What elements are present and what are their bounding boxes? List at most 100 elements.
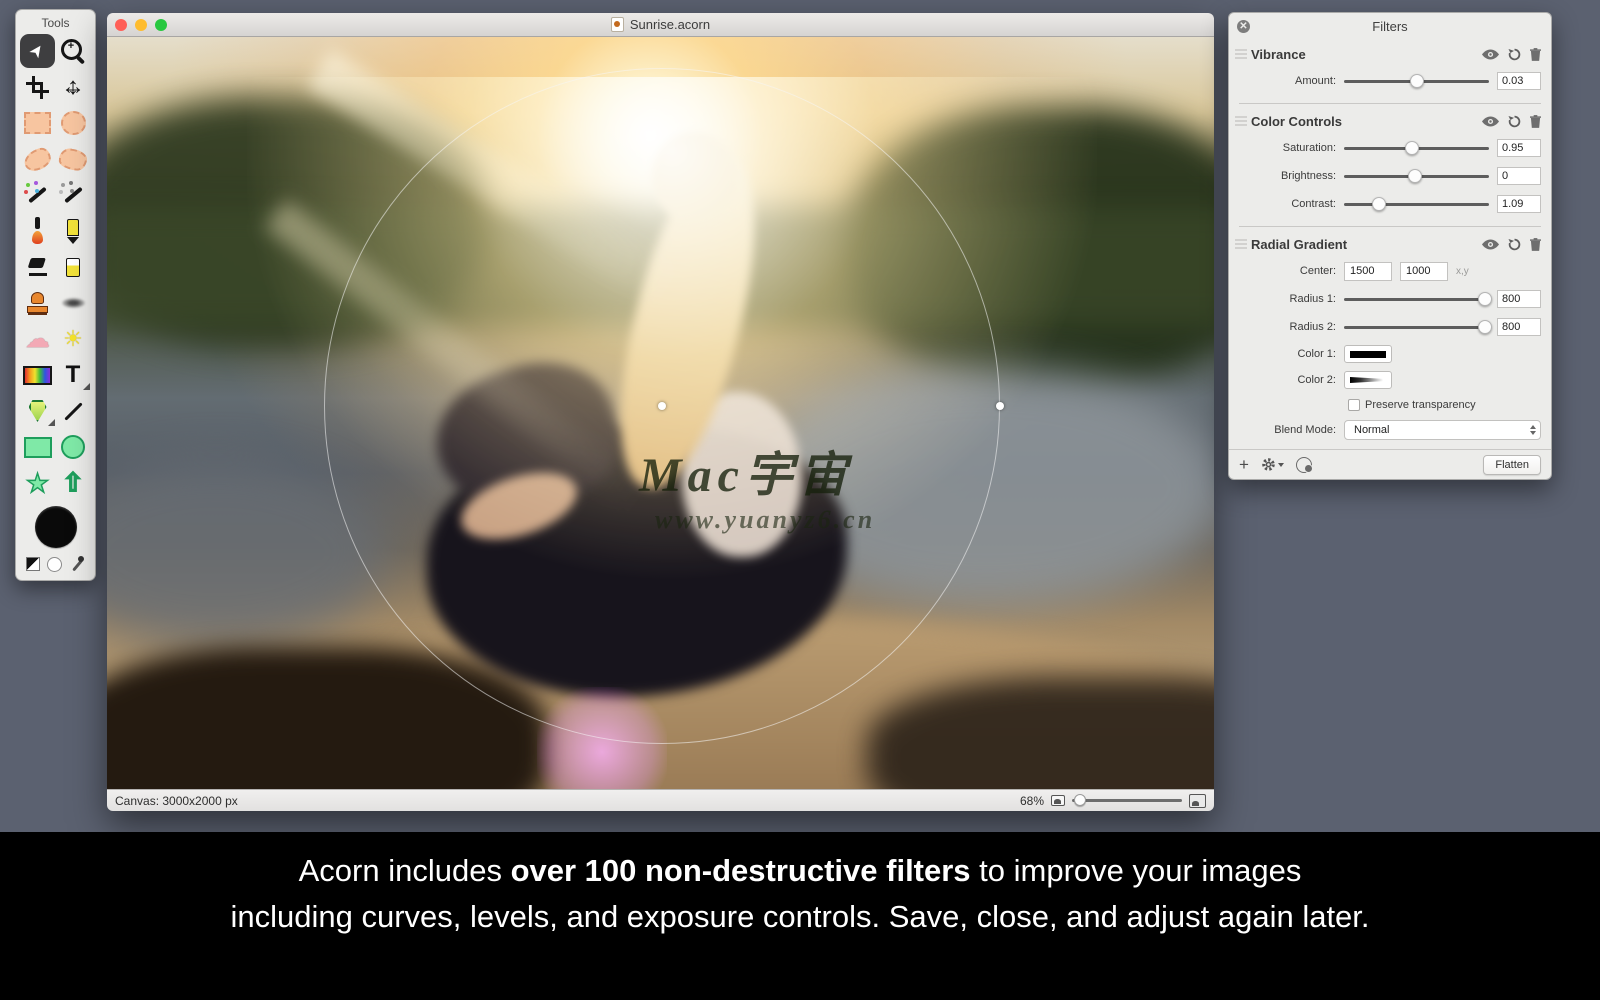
contrast-value-field[interactable]	[1497, 195, 1541, 213]
visibility-eye-icon[interactable]	[1482, 116, 1499, 127]
marketing-banner: Acorn includes over 100 non-destructive …	[0, 832, 1600, 1000]
lasso-tool[interactable]	[20, 142, 55, 176]
eyedropper-icon[interactable]	[69, 556, 85, 572]
filters-panel: ✕ Filters Vibrance Amount: Color Control…	[1228, 12, 1552, 480]
radius2-slider[interactable]	[1344, 326, 1489, 329]
radius2-value-field[interactable]	[1497, 318, 1541, 336]
zoom-slider-knob[interactable]	[1074, 794, 1086, 806]
secondary-color-swatch[interactable]	[47, 557, 62, 572]
star-shape-tool-icon	[22, 468, 54, 498]
smudge-tool[interactable]	[56, 286, 91, 320]
reset-icon[interactable]	[1508, 48, 1521, 61]
foreground-color-well[interactable]	[35, 506, 77, 548]
amount-slider-knob[interactable]	[1410, 74, 1424, 88]
preserve-transparency-checkbox[interactable]	[1348, 399, 1360, 411]
gradient-center-handle[interactable]	[658, 402, 666, 410]
pencil-tool[interactable]	[56, 214, 91, 248]
filter-settings-button[interactable]	[1261, 457, 1284, 472]
instant-alpha-tool[interactable]	[56, 178, 91, 212]
oval-shape-tool[interactable]	[56, 430, 91, 464]
add-filter-button[interactable]: +	[1239, 456, 1249, 473]
center-x-field[interactable]	[1344, 262, 1392, 281]
filter-title: Color Controls	[1251, 114, 1482, 129]
radius1-slider[interactable]	[1344, 298, 1489, 301]
arrow-shape-tool-icon	[57, 468, 89, 498]
eraser-tool[interactable]	[20, 250, 55, 284]
zoom-window-button[interactable]	[155, 19, 167, 31]
document-titlebar: Sunrise.acorn	[107, 13, 1214, 37]
color1-well[interactable]	[1344, 345, 1392, 363]
drag-grip-icon[interactable]	[1235, 239, 1247, 249]
saturation-value-field[interactable]	[1497, 139, 1541, 157]
gradient-radius-handle[interactable]	[996, 402, 1004, 410]
trash-icon[interactable]	[1530, 115, 1541, 128]
gradient-tool[interactable]	[20, 358, 55, 392]
burn-tool[interactable]	[56, 322, 91, 356]
clone-stamp-tool[interactable]	[20, 286, 55, 320]
reset-icon[interactable]	[1508, 115, 1521, 128]
blend-mode-value: Normal	[1354, 424, 1530, 436]
reset-icon[interactable]	[1508, 238, 1521, 251]
visibility-eye-icon[interactable]	[1482, 239, 1499, 250]
drag-grip-icon[interactable]	[1235, 116, 1247, 126]
flatten-button[interactable]: Flatten	[1483, 455, 1541, 475]
filter-preview-icon[interactable]	[1296, 457, 1312, 473]
lasso-tool-icon	[22, 144, 54, 174]
preserve-transparency-label: Preserve transparency	[1365, 399, 1476, 411]
text-tool[interactable]	[56, 358, 91, 392]
center-y-field[interactable]	[1400, 262, 1448, 281]
radius1-value-field[interactable]	[1497, 290, 1541, 308]
pen-tool[interactable]	[20, 394, 55, 428]
brightness-slider-knob[interactable]	[1408, 169, 1422, 183]
brush-tool[interactable]	[20, 214, 55, 248]
trash-icon[interactable]	[1530, 48, 1541, 61]
close-button[interactable]	[115, 19, 127, 31]
saturation-slider-knob[interactable]	[1405, 141, 1419, 155]
instant-alpha-tool-icon	[57, 180, 89, 210]
soft-eraser-tool[interactable]	[56, 250, 91, 284]
line-tool[interactable]	[56, 394, 91, 428]
contrast-slider-knob[interactable]	[1372, 197, 1386, 211]
drag-grip-icon[interactable]	[1235, 49, 1247, 59]
magic-wand-tool-icon	[22, 180, 54, 210]
amount-slider[interactable]	[1344, 80, 1489, 83]
crop-tool[interactable]	[20, 70, 55, 104]
line-tool-icon	[57, 396, 89, 426]
dodge-tool[interactable]	[20, 322, 55, 356]
saturation-slider[interactable]	[1344, 147, 1489, 150]
canvas[interactable]: Mac宇宙 www.yuanyz6.cn	[107, 37, 1214, 789]
move-tool[interactable]	[20, 34, 55, 68]
zoom-tool[interactable]	[56, 34, 91, 68]
default-colors-swatch-icon[interactable]	[26, 557, 40, 571]
eraser-tool-icon	[22, 252, 54, 282]
zoom-out-thumbnail-icon[interactable]	[1051, 795, 1065, 806]
visibility-eye-icon[interactable]	[1482, 49, 1499, 60]
radius2-label: Radius 2:	[1239, 321, 1344, 333]
brightness-label: Brightness:	[1239, 170, 1344, 182]
star-shape-tool[interactable]	[20, 466, 55, 500]
move-tool-icon	[22, 36, 54, 66]
minimize-button[interactable]	[135, 19, 147, 31]
rect-shape-tool[interactable]	[20, 430, 55, 464]
blend-mode-popup[interactable]: Normal	[1344, 420, 1541, 440]
resize-tool[interactable]	[56, 70, 91, 104]
document-title: Sunrise.acorn	[630, 17, 710, 32]
brightness-slider[interactable]	[1344, 175, 1489, 178]
amount-value-field[interactable]	[1497, 72, 1541, 90]
oval-select-tool[interactable]	[56, 106, 91, 140]
polygon-lasso-tool[interactable]	[56, 142, 91, 176]
magic-wand-tool[interactable]	[20, 178, 55, 212]
rect-select-tool[interactable]	[20, 106, 55, 140]
tools-grid	[16, 34, 95, 500]
radius2-slider-knob[interactable]	[1478, 320, 1492, 334]
trash-icon[interactable]	[1530, 238, 1541, 251]
color2-well[interactable]	[1344, 371, 1392, 389]
zoom-in-thumbnail-icon[interactable]	[1189, 794, 1206, 808]
zoom-slider[interactable]	[1072, 799, 1182, 802]
shadow-right	[867, 677, 1214, 789]
brightness-value-field[interactable]	[1497, 167, 1541, 185]
oval-select-tool-icon	[57, 108, 89, 138]
radius1-slider-knob[interactable]	[1478, 292, 1492, 306]
contrast-slider[interactable]	[1344, 203, 1489, 206]
arrow-shape-tool[interactable]	[56, 466, 91, 500]
